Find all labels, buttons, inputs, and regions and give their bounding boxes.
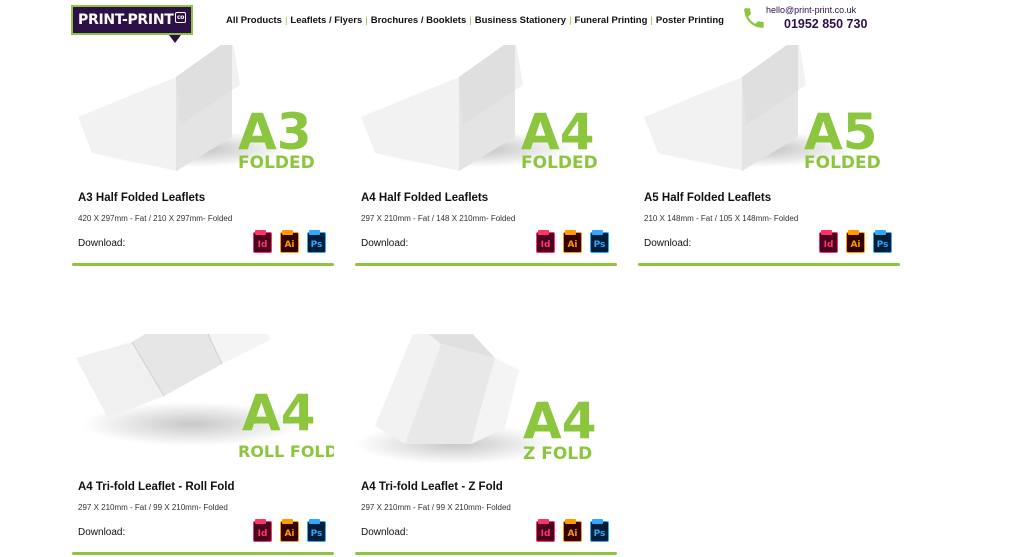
nav-all-products[interactable]: All Products [226, 15, 282, 26]
card-bottom-bar [72, 552, 334, 555]
email-link[interactable]: hello@print-print.co.uk [766, 5, 856, 15]
illustrator-file-icon[interactable]: Ai [280, 519, 299, 542]
download-label: Download: [78, 238, 126, 249]
logo-badge: co [175, 12, 186, 23]
illustrator-file-icon[interactable]: Ai [280, 230, 299, 253]
nav-poster-printing[interactable]: Poster Printing [656, 15, 724, 26]
photoshop-file-icon[interactable]: Ps [307, 519, 326, 542]
download-label: Download: [78, 527, 126, 538]
product-dimensions: 297 X 210mm - Fat / 148 X 210mm- Folded [361, 214, 516, 223]
illustrator-file-icon[interactable]: Ai [563, 230, 582, 253]
size-label: A4 [242, 384, 316, 442]
card-bottom-bar [355, 263, 617, 266]
photoshop-file-icon[interactable]: Ps [590, 230, 609, 253]
logo-speech-tail [169, 35, 181, 43]
download-label: Download: [644, 238, 692, 249]
product-card-a4-z-fold[interactable]: A4 Z FOLD A4 Tri-fold Leaflet - Z Fold 2… [355, 334, 617, 555]
download-icons: Id Ai Ps [253, 519, 326, 542]
logo[interactable]: PRINT-PRINT co [71, 5, 193, 43]
product-card-a4-roll-fold[interactable]: A4 ROLL FOLD A4 Tri-fold Leaflet - Roll … [72, 334, 334, 555]
product-title[interactable]: A4 Tri-fold Leaflet - Z Fold [361, 481, 503, 493]
download-icons: Id Ai Ps [819, 230, 892, 253]
product-dimensions: 297 X 210mm - Fat / 99 X 210mm- Folded [78, 503, 228, 512]
logo-text: PRINT-PRINT [78, 12, 174, 28]
fold-label: FOLDED [804, 153, 881, 173]
fold-label: FOLDED [521, 153, 598, 173]
product-card-a3-half-folded[interactable]: A3 FOLDED A3 Half Folded Leaflets 420 X … [72, 45, 334, 266]
illustrator-file-icon[interactable]: Ai [846, 230, 865, 253]
download-icons: Id Ai Ps [536, 519, 609, 542]
product-card-a5-half-folded[interactable]: A5 FOLDED A5 Half Folded Leaflets 210 X … [638, 45, 900, 266]
site-header: PRINT-PRINT co All Products | Leaflets /… [0, 0, 1024, 44]
fold-label: FOLDED [238, 153, 315, 173]
product-card-a4-half-folded[interactable]: A4 FOLDED A4 Half Folded Leaflets 297 X … [355, 45, 617, 266]
illustrator-file-icon[interactable]: Ai [563, 519, 582, 542]
size-label: A4 [523, 392, 597, 450]
card-bottom-bar [638, 263, 900, 266]
photoshop-file-icon[interactable]: Ps [873, 230, 892, 253]
phone-icon[interactable] [741, 5, 767, 31]
main-nav: All Products | Leaflets / Flyers | Broch… [226, 15, 724, 26]
product-image[interactable]: A4 Z FOLD [355, 334, 617, 476]
nav-separator: | [469, 15, 472, 26]
product-title[interactable]: A4 Tri-fold Leaflet - Roll Fold [78, 481, 235, 493]
nav-brochures-booklets[interactable]: Brochures / Booklets [371, 15, 467, 26]
indesign-file-icon[interactable]: Id [536, 519, 555, 542]
card-bottom-bar [355, 552, 617, 555]
download-label: Download: [361, 527, 409, 538]
download-label: Download: [361, 238, 409, 249]
product-dimensions: 297 X 210mm - Fat / 99 X 210mm- Folded [361, 503, 511, 512]
nav-leaflets-flyers[interactable]: Leaflets / Flyers [290, 15, 362, 26]
product-dimensions: 420 X 297mm - Fat / 210 X 297mm- Folded [78, 214, 233, 223]
photoshop-file-icon[interactable]: Ps [590, 519, 609, 542]
product-title[interactable]: A5 Half Folded Leaflets [644, 192, 771, 204]
nav-separator: | [650, 15, 653, 26]
photoshop-file-icon[interactable]: Ps [307, 230, 326, 253]
card-bottom-bar [72, 263, 334, 266]
product-image[interactable]: A3 FOLDED [72, 45, 334, 187]
nav-funeral-printing[interactable]: Funeral Printing [575, 15, 648, 26]
fold-label: Z FOLD [523, 444, 592, 464]
indesign-file-icon[interactable]: Id [253, 519, 272, 542]
fold-label: ROLL FOLD [238, 442, 334, 461]
product-image[interactable]: A5 FOLDED [638, 45, 900, 187]
download-icons: Id Ai Ps [536, 230, 609, 253]
product-dimensions: 210 X 148mm - Fat / 105 X 148mm- Folded [644, 214, 799, 223]
nav-business-stationery[interactable]: Business Stationery [475, 15, 566, 26]
indesign-file-icon[interactable]: Id [536, 230, 555, 253]
indesign-file-icon[interactable]: Id [819, 230, 838, 253]
nav-separator: | [569, 15, 572, 26]
phone-number[interactable]: 01952 850 730 [784, 17, 867, 31]
product-image[interactable]: A4 FOLDED [355, 45, 617, 187]
product-title[interactable]: A3 Half Folded Leaflets [78, 192, 205, 204]
download-icons: Id Ai Ps [253, 230, 326, 253]
product-title[interactable]: A4 Half Folded Leaflets [361, 192, 488, 204]
indesign-file-icon[interactable]: Id [253, 230, 272, 253]
nav-separator: | [284, 15, 288, 26]
product-image[interactable]: A4 ROLL FOLD [72, 334, 334, 476]
nav-separator: | [365, 15, 368, 26]
